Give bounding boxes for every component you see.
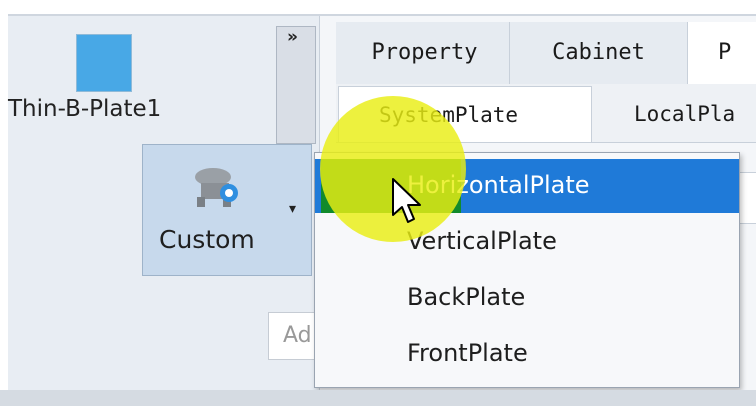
- tab-property[interactable]: Property: [340, 22, 510, 84]
- tab-systemplate[interactable]: SystemPlate: [338, 86, 592, 142]
- menu-item-label: HorizontalPlate: [407, 171, 590, 199]
- bottom-strip: [0, 390, 756, 406]
- expand-button[interactable]: »: [276, 26, 316, 144]
- dropdown-caret-icon[interactable]: ▾: [289, 201, 296, 217]
- top-strip: [0, 0, 756, 14]
- tab-cabinet[interactable]: Cabinet: [510, 22, 688, 84]
- add-button-label: Ad: [283, 323, 312, 348]
- menu-item-verticalplate[interactable]: VerticalPlate: [315, 215, 739, 269]
- add-button[interactable]: Ad: [268, 312, 318, 360]
- custom-button[interactable]: Custom ▾: [142, 144, 312, 276]
- menu-item-label: BackPlate: [407, 283, 526, 311]
- menu-item-frontplate[interactable]: FrontPlate: [315, 327, 739, 381]
- double-chevron-right-icon: »: [287, 27, 298, 47]
- mouse-cursor-icon: [392, 178, 421, 223]
- custom-button-label: Custom: [159, 225, 255, 254]
- menu-item-label: VerticalPlate: [407, 227, 557, 255]
- menu-item-label: FrontPlate: [407, 339, 528, 367]
- plate-item-label: Thin-B-Plate1: [8, 96, 162, 122]
- plate-type-dropdown: HorizontalPlate VerticalPlate BackPlate …: [314, 152, 740, 388]
- custom-plate-icon: [195, 168, 238, 207]
- menu-item-horizontalplate[interactable]: HorizontalPlate: [315, 159, 739, 213]
- menu-item-backplate[interactable]: BackPlate: [315, 271, 739, 325]
- tab-p[interactable]: P: [688, 22, 756, 84]
- plate-thumbnail[interactable]: [76, 34, 132, 92]
- tab-localplate[interactable]: LocalPla: [594, 86, 756, 142]
